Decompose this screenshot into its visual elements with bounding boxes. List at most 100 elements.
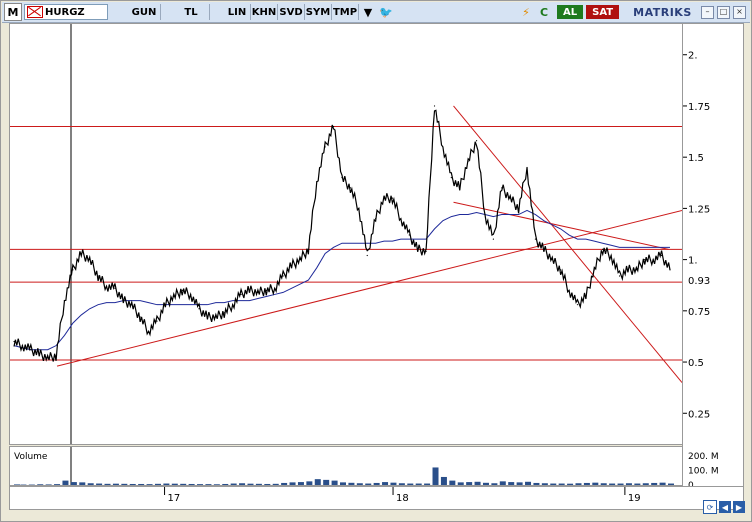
volume-bar (112, 483, 119, 485)
price-point (341, 177, 343, 179)
y-tick-label: 1.75 (688, 102, 710, 113)
price-point (509, 197, 511, 199)
price-point (248, 289, 251, 291)
price-point (484, 213, 486, 216)
minimize-icon[interactable]: – (701, 5, 714, 19)
price-point (215, 316, 217, 318)
volume-bar (222, 483, 229, 485)
volume-bar (449, 480, 456, 485)
volume-bar (255, 483, 262, 485)
sync-icon[interactable]: ⟳ (703, 500, 717, 514)
dropdown-arrow-icon[interactable]: ▼ (361, 5, 375, 19)
price-point (223, 312, 225, 314)
volume-bar (188, 483, 195, 485)
chart-window: M HURGZ GUN TL LIN KHN SVD SYM TMP ▼ 🐦 ⚡… (0, 0, 752, 522)
volume-label: Volume (14, 452, 48, 462)
volume-bar (297, 482, 304, 485)
chart-type-button[interactable]: KHN (251, 4, 278, 20)
buy-button[interactable]: AL (557, 5, 584, 19)
price-point (383, 197, 385, 199)
price-point (307, 248, 309, 250)
symbol-input[interactable]: HURGZ (24, 4, 108, 20)
app-logo[interactable]: M (4, 3, 22, 21)
price-point (139, 316, 141, 318)
price-plot[interactable] (9, 23, 683, 445)
period-button[interactable]: GUN (128, 4, 161, 20)
volume-bar (213, 484, 220, 485)
volume-bar (340, 482, 346, 485)
volume-bar (138, 483, 145, 485)
volume-bar (407, 483, 414, 485)
volume-bar (600, 483, 607, 485)
volume-bar (163, 483, 170, 485)
volume-bar (516, 482, 523, 485)
volume-bar (491, 483, 498, 485)
price-point (593, 269, 595, 271)
volume-bar (14, 484, 20, 485)
twitter-icon[interactable]: 🐦 (379, 5, 393, 19)
volume-bar (45, 484, 52, 485)
volume-bar (508, 482, 515, 485)
volume-bar (550, 483, 557, 485)
volume-bar (146, 484, 153, 485)
price-point (55, 355, 57, 357)
price-point (63, 299, 66, 302)
volume-bar (247, 483, 254, 485)
template-button[interactable]: TMP (332, 4, 359, 20)
price-point (492, 238, 494, 240)
trendline (453, 201, 669, 250)
price-point (534, 238, 537, 240)
brand-logo: MATRIKS (633, 5, 692, 19)
price-point (417, 248, 419, 250)
volume-bar (474, 481, 481, 485)
refresh-icon[interactable]: C (537, 5, 551, 19)
volume-bar (230, 483, 237, 485)
volume-bar (70, 482, 77, 485)
price-point (38, 353, 40, 355)
x-tick-label: 18 (396, 493, 409, 504)
flag-icon (27, 6, 43, 18)
volume-bar (398, 483, 405, 485)
price-point (602, 248, 604, 250)
symbol-button[interactable]: SYM (305, 4, 332, 20)
price-point (190, 293, 192, 296)
volume-plot[interactable]: Volume (9, 446, 683, 486)
volume-bar (466, 482, 473, 485)
volume-bar (314, 479, 321, 485)
volume-bar (180, 483, 187, 485)
volume-bar (575, 483, 582, 485)
volume-bar (104, 483, 111, 485)
toolbar: M HURGZ GUN TL LIN KHN SVD SYM TMP ▼ 🐦 ⚡… (2, 2, 750, 23)
volume-bar (533, 482, 540, 485)
volume-bar (205, 484, 212, 485)
scroll-left-icon[interactable]: ◀ (719, 501, 731, 513)
nav-controls: ⟳ ◀ ▶ (701, 498, 745, 516)
scroll-right-icon[interactable]: ▶ (733, 501, 745, 513)
sell-button[interactable]: SAT (586, 5, 620, 19)
lightning-icon[interactable]: ⚡ (519, 5, 533, 19)
close-icon[interactable]: × (733, 5, 746, 19)
volume-bar (239, 483, 246, 485)
price-point (518, 207, 520, 209)
price-point (425, 250, 427, 253)
maximize-icon[interactable]: □ (717, 5, 730, 19)
trendline (453, 105, 682, 383)
price-point (89, 259, 91, 261)
currency-button[interactable]: TL (173, 4, 210, 20)
price-point (240, 293, 242, 296)
price-point (265, 289, 267, 291)
price-point (97, 275, 99, 277)
volume-tick-label: 100. M (688, 466, 719, 476)
volume-bar (356, 483, 363, 485)
price-point (198, 308, 200, 310)
price-point (164, 304, 166, 306)
scale-button[interactable]: LIN (224, 4, 251, 20)
price-point (131, 304, 133, 306)
price-point (181, 289, 183, 291)
price-point (459, 187, 461, 189)
price-point (652, 259, 654, 261)
price-point (114, 287, 116, 289)
y-tick-label: 1. (688, 256, 698, 267)
volume-toggle-button[interactable]: SVD (278, 4, 305, 20)
price-point (618, 275, 621, 277)
